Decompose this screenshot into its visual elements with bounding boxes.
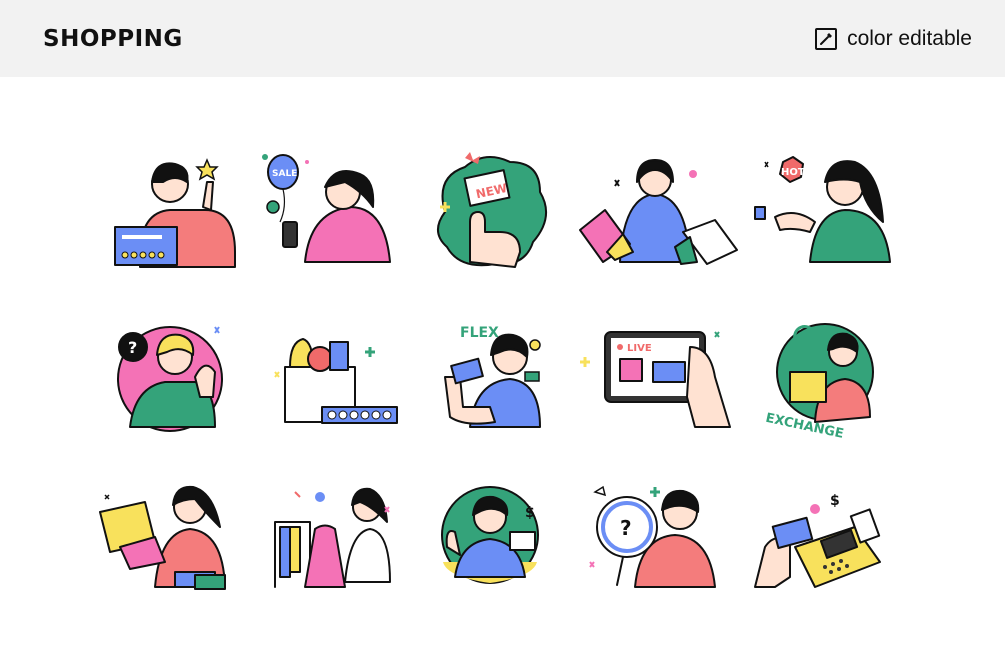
illustration-card-payment-terminal: $ [735, 477, 895, 607]
dollar-label: $ [525, 505, 535, 521]
illustration-clothes-rack [255, 477, 415, 607]
live-label: LIVE [627, 343, 652, 354]
dollar-label-2: $ [830, 493, 840, 509]
svg-text:?: ? [128, 338, 137, 357]
hot-label: HOT [781, 167, 805, 178]
illustration-girl-yellow-bag [95, 477, 255, 607]
header-bar: SHOPPING color editable [0, 0, 1005, 77]
sale-label: SALE [272, 169, 297, 179]
illustration-exchange-box: EXCHANGE [735, 317, 895, 447]
illustration-customer-support: ? [95, 317, 255, 447]
illustration-shopping-bags-girl [575, 152, 738, 282]
flex-label: FLEX [460, 325, 499, 341]
illustration-hot-deal: HOT [735, 152, 895, 282]
illustration-grid: SALE NEW HOT ? FLEX LIVE EXCHANGE $ ? $ [0, 77, 1005, 671]
illustration-cashier: $ [415, 477, 575, 607]
svg-text:?: ? [620, 516, 632, 540]
eyedropper-icon [815, 28, 838, 50]
color-editable-badge: color editable [815, 27, 972, 51]
badge-label: color editable [847, 27, 972, 50]
illustration-sale-balloon-phone: SALE [255, 152, 415, 282]
illustration-grocery-bag [255, 317, 415, 447]
illustration-rating-review [95, 152, 255, 282]
illustration-search-question: ? [575, 477, 735, 607]
page-title: SHOPPING [43, 26, 183, 52]
illustration-flex-card: FLEX [415, 317, 575, 447]
illustration-live-shopping-tablet: LIVE [575, 317, 735, 447]
illustration-new-tag-hand: NEW [415, 152, 575, 282]
